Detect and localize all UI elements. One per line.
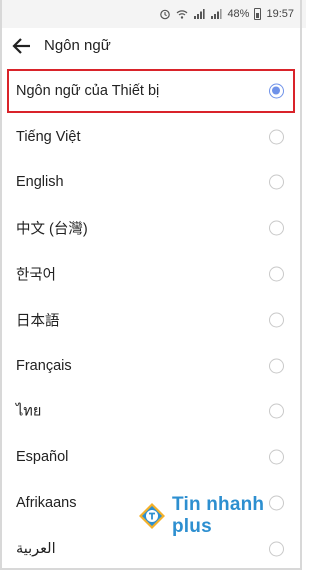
language-option-spanish[interactable]: Español <box>0 434 306 480</box>
radio-button[interactable] <box>269 541 284 557</box>
wifi-icon <box>176 8 188 20</box>
battery-percentage: 48% <box>227 8 250 20</box>
language-option-arabic[interactable]: العربية <box>0 526 306 572</box>
language-option-french[interactable]: Français <box>0 343 306 389</box>
radio-button[interactable] <box>269 495 284 511</box>
alarm-icon <box>159 8 171 20</box>
clock: 19:57 <box>266 8 294 20</box>
battery-icon <box>254 8 262 20</box>
radio-button[interactable] <box>269 403 284 419</box>
radio-button[interactable] <box>269 266 284 282</box>
signal-icon-2 <box>210 8 223 20</box>
language-option-english[interactable]: English <box>0 160 306 206</box>
radio-button-selected[interactable] <box>269 83 284 99</box>
radio-button[interactable] <box>269 449 284 465</box>
app-bar: Ngôn ngữ <box>0 28 306 66</box>
radio-button[interactable] <box>269 220 284 236</box>
radio-button[interactable] <box>269 174 284 190</box>
radio-button[interactable] <box>269 312 284 328</box>
status-bar: 48% 19:57 <box>0 0 306 28</box>
language-label: 한국어 <box>16 267 57 284</box>
language-option-japanese[interactable]: 日本語 <box>0 297 306 343</box>
language-option-chinese-taiwan[interactable]: 中文 (台灣) <box>0 205 306 251</box>
language-label: ไทย <box>16 403 42 420</box>
language-label: Français <box>16 357 72 374</box>
language-label: Ngôn ngữ của Thiết bị <box>16 82 160 99</box>
language-option-thai[interactable]: ไทย <box>0 389 306 435</box>
language-list: Ngôn ngữ của Thiết bị Tiếng Việt English… <box>0 68 306 572</box>
radio-button[interactable] <box>269 129 284 145</box>
status-icons: 48% 19:57 <box>159 7 294 21</box>
language-label: 日本語 <box>16 313 60 330</box>
language-option-afrikaans[interactable]: Afrikaans <box>0 480 306 526</box>
back-arrow-icon[interactable] <box>10 34 34 58</box>
language-label: Español <box>16 449 69 466</box>
signal-icon <box>193 8 206 20</box>
language-label: English <box>16 174 64 191</box>
language-label: Afrikaans <box>16 495 77 512</box>
language-option-vietnamese[interactable]: Tiếng Việt <box>0 114 306 160</box>
language-label: 中文 (台灣) <box>16 221 88 238</box>
page-title: Ngôn ngữ <box>44 37 111 54</box>
language-label: العربية <box>16 540 56 557</box>
language-option-korean[interactable]: 한국어 <box>0 251 306 297</box>
language-option-device[interactable]: Ngôn ngữ của Thiết bị <box>6 68 296 114</box>
language-label: Tiếng Việt <box>16 128 81 145</box>
radio-button[interactable] <box>269 358 284 374</box>
